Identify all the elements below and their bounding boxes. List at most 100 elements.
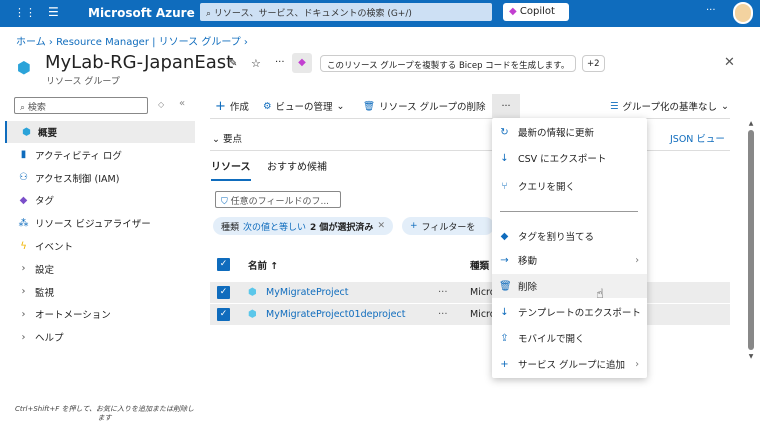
scrollbar[interactable]: ▲ ▼ bbox=[746, 120, 756, 365]
sidebar-item-label: ヘルプ bbox=[35, 333, 64, 345]
sidebar-item[interactable]: › 監視 bbox=[14, 281, 194, 303]
menu-item-label: クエリを開く bbox=[518, 182, 576, 193]
group-by-label: グループ化の基準なし bbox=[622, 102, 717, 113]
arrow-right-icon: → bbox=[500, 254, 509, 266]
menu-item[interactable]: + サービス グループに追加 › bbox=[492, 352, 647, 376]
sort-icon[interactable]: ◇ bbox=[158, 100, 164, 109]
create-label: 作成 bbox=[229, 102, 249, 113]
pin-icon[interactable]: ✎ bbox=[229, 58, 237, 69]
menu-item[interactable]: 🗑 削除 bbox=[492, 274, 647, 298]
sidebar-item[interactable]: › 設定 bbox=[14, 258, 194, 280]
plus-icon: + bbox=[500, 358, 509, 370]
column-header-name[interactable]: 名前 ↑ bbox=[248, 258, 278, 272]
scroll-up-icon[interactable]: ▲ bbox=[746, 120, 756, 127]
chevron-right-icon: › bbox=[21, 286, 26, 298]
breadcrumb-home[interactable]: ホーム bbox=[16, 37, 46, 48]
sidebar-item[interactable]: ◆ タグ bbox=[14, 189, 194, 211]
sidebar-search-placeholder: 検索 bbox=[27, 103, 46, 113]
sidebar-item[interactable]: ⁂ リソース ビジュアライザー bbox=[14, 212, 194, 234]
hand-cursor-icon: ☝ bbox=[596, 287, 604, 302]
gear-icon: ⚙ bbox=[263, 100, 272, 112]
tab-resources[interactable]: リソース bbox=[211, 158, 251, 181]
sidebar-item[interactable]: ▮ アクティビティ ログ bbox=[14, 144, 194, 166]
tab-recommendations[interactable]: おすすめ候補 bbox=[267, 158, 327, 173]
plus-icon: + bbox=[215, 98, 226, 114]
menu-item-label: 最新の情報に更新 bbox=[518, 128, 595, 139]
query-icon: ⑂ bbox=[501, 180, 508, 192]
scroll-down-icon[interactable]: ▼ bbox=[746, 353, 756, 360]
more-icon[interactable]: ··· bbox=[706, 5, 716, 16]
close-icon[interactable]: ✕ bbox=[724, 55, 735, 70]
resource-name-link[interactable]: MyMigrateProject01deproject bbox=[266, 309, 405, 320]
resource-name-link[interactable]: MyMigrateProject bbox=[266, 287, 349, 298]
sidebar-item[interactable]: ⬢ 概要 bbox=[5, 121, 195, 143]
sidebar-item[interactable]: › ヘルプ bbox=[14, 326, 194, 348]
row-more-icon[interactable]: ··· bbox=[438, 309, 448, 320]
sidebar-item[interactable]: ϟ イベント bbox=[14, 235, 194, 257]
group-by-button[interactable]: ☰ グループ化の基準なし ⌄ bbox=[610, 98, 729, 114]
plus-icon: + bbox=[410, 221, 418, 231]
row-checkbox[interactable]: ✓ bbox=[217, 308, 230, 321]
migrate-project-icon: ⬢ bbox=[248, 309, 257, 320]
close-icon[interactable]: ✕ bbox=[377, 221, 385, 231]
sidebar-item[interactable]: ⚇ アクセス制御 (IAM) bbox=[14, 167, 194, 189]
essentials-toggle[interactable]: ⌄ 要点 bbox=[212, 131, 242, 145]
table-row[interactable]: ✓ ⬢ MyMigrateProject ··· Micro bbox=[210, 282, 730, 303]
column-header-type[interactable]: 種類 bbox=[470, 258, 489, 272]
resource-group-icon: ⬢ bbox=[17, 58, 31, 77]
menu-item[interactable]: ↓ テンプレートのエクスポート bbox=[492, 300, 647, 324]
copilot-icon[interactable]: ◆ bbox=[292, 53, 312, 73]
visualizer-icon: ⁂ bbox=[18, 217, 29, 229]
filter-op: 次の値と等しい bbox=[243, 222, 307, 233]
toolbar-more-button[interactable]: ··· bbox=[492, 94, 520, 118]
filter-input[interactable]: ⛉ 任意のフィールドのフ... bbox=[215, 191, 341, 208]
sidebar-search-input[interactable]: ⌕ 検索 bbox=[14, 97, 148, 114]
table-row[interactable]: ✓ ⬢ MyMigrateProject01deproject ··· Micro bbox=[210, 304, 730, 325]
tag-icon: ◆ bbox=[500, 230, 509, 242]
collapse-sidebar-icon[interactable]: « bbox=[179, 98, 185, 109]
add-filter-button[interactable]: + フィルターを bbox=[402, 217, 494, 235]
more-suggestions-button[interactable]: +2 bbox=[582, 55, 605, 72]
sidebar-item-label: 概要 bbox=[38, 128, 58, 139]
menu-item[interactable]: ⇪ モバイルで開く bbox=[492, 326, 647, 350]
filter-pill[interactable]: 種類 次の値と等しい 2 個が選択済み ✕ bbox=[213, 217, 393, 235]
create-button[interactable]: + 作成 bbox=[215, 98, 249, 114]
breadcrumb-resource-manager[interactable]: Resource Manager | リソース グループ bbox=[56, 37, 241, 48]
row-more-icon[interactable]: ··· bbox=[438, 287, 448, 298]
manage-view-button[interactable]: ⚙ ビューの管理 ⌄ bbox=[263, 98, 345, 114]
select-all-checkbox[interactable]: ✓ bbox=[217, 258, 230, 271]
delete-rg-button[interactable]: 🗑 リソース グループの削除 bbox=[363, 98, 486, 114]
copilot-suggestion-button[interactable]: このリソース グループを複製する Bicep コードを生成します。 bbox=[320, 55, 577, 72]
more-actions-menu: ↻ 最新の情報に更新 ↓ CSV にエクスポート ⑂ クエリを開く ◆ タグを割り当てる → 移動… bbox=[492, 118, 647, 378]
json-view-link[interactable]: JSON ビュー bbox=[670, 131, 725, 145]
menu-item-label: 削除 bbox=[518, 282, 538, 293]
menu-item[interactable]: ⑂ クエリを開く bbox=[492, 174, 647, 198]
row-checkbox[interactable]: ✓ bbox=[217, 286, 230, 299]
menu-item[interactable]: ◆ タグを割り当てる bbox=[492, 224, 647, 248]
avatar[interactable] bbox=[733, 2, 753, 24]
menu-item[interactable]: ↓ CSV にエクスポート bbox=[492, 146, 647, 170]
download-icon: ↓ bbox=[500, 306, 509, 318]
brand[interactable]: Microsoft Azure bbox=[88, 6, 195, 20]
more-header-icon[interactable]: ··· bbox=[275, 57, 285, 68]
bolt-icon: ϟ bbox=[20, 240, 27, 252]
copilot-icon: ◆ bbox=[509, 6, 517, 17]
star-icon[interactable]: ☆ bbox=[251, 57, 261, 70]
menu-item-label: 移動 bbox=[518, 256, 538, 267]
sidebar-item[interactable]: › オートメーション bbox=[14, 303, 194, 325]
menu-item[interactable]: ↻ 最新の情報に更新 bbox=[492, 120, 647, 144]
tag-icon: ◆ bbox=[19, 194, 28, 206]
divider bbox=[210, 150, 730, 151]
copilot-button[interactable]: ◆ Copilot bbox=[503, 3, 569, 21]
scrollbar-thumb[interactable] bbox=[748, 130, 754, 350]
global-search-input[interactable]: ⌕ リソース、サービス、ドキュメントの検索 (G+/) bbox=[200, 3, 492, 21]
resource-group-icon: ⬢ bbox=[22, 126, 31, 138]
hamburger-menu-icon[interactable]: ☰ bbox=[48, 5, 59, 19]
people-icon: ⚇ bbox=[19, 172, 28, 184]
sidebar-item-label: アクセス制御 (IAM) bbox=[35, 173, 120, 185]
breadcrumb: ホーム › Resource Manager | リソース グループ › bbox=[16, 37, 248, 48]
apps-grid-icon[interactable]: ⋮⋮ bbox=[14, 6, 36, 19]
log-icon: ▮ bbox=[20, 149, 27, 161]
chevron-right-icon: › bbox=[635, 254, 639, 266]
menu-item[interactable]: → 移動 › bbox=[492, 248, 647, 272]
